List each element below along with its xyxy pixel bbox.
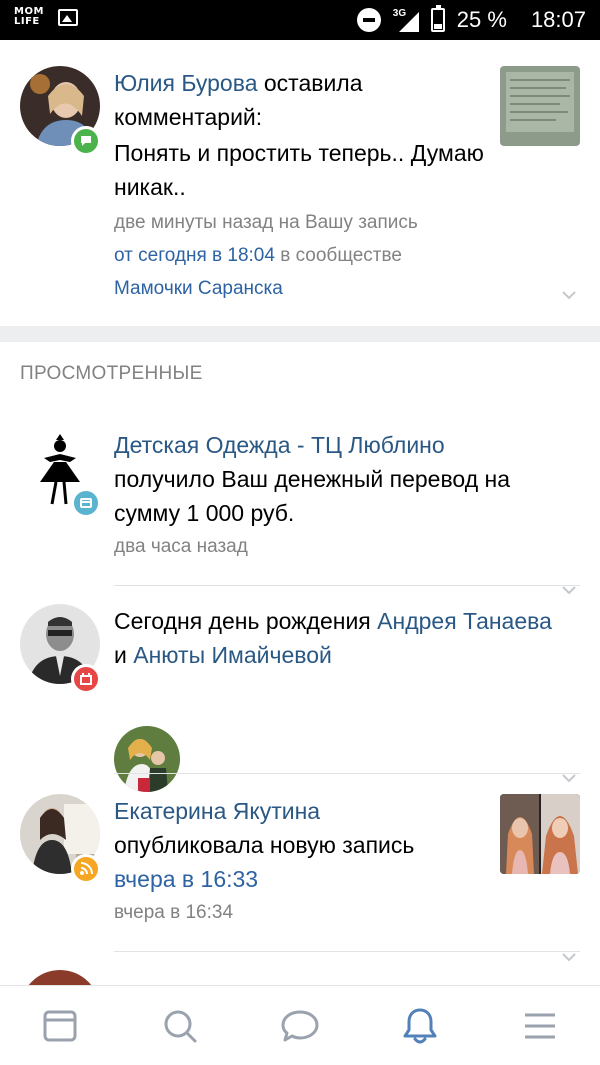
menu-icon[interactable] <box>522 1010 558 1042</box>
nav-messages[interactable] <box>240 986 360 1065</box>
do-not-disturb-icon <box>356 8 381 32</box>
section-separator <box>0 326 600 342</box>
avatar[interactable] <box>20 970 100 985</box>
birthday-text: Сегодня день рождения <box>114 608 378 634</box>
notification-time: вчера в 16:34 <box>114 902 234 923</box>
notification-birthday[interactable]: Сегодня день рождения Андрея Танаева и А… <box>0 586 600 792</box>
battery-icon <box>430 5 445 32</box>
community-link[interactable]: Мамочки Саранска <box>114 272 484 305</box>
nav-menu[interactable] <box>480 986 600 1065</box>
notifications-icon[interactable] <box>402 1007 438 1045</box>
bottom-navigation <box>0 985 600 1065</box>
gift-icon <box>71 664 101 694</box>
notification-text: опубликовала новую запись <box>114 832 415 858</box>
search-icon[interactable] <box>162 1008 198 1044</box>
status-bar: MOM LIFE 3G 25 % 18:07 <box>0 0 600 40</box>
chevron-down-icon[interactable] <box>562 950 576 964</box>
post-thumbnail[interactable] <box>500 66 580 146</box>
post-date-link[interactable]: вчера в 16:33 <box>114 862 484 896</box>
birthday-and: и <box>114 642 134 668</box>
money-transfer-icon <box>71 488 101 518</box>
notification-comment[interactable]: Юлия Бурова оставила комментарий: Понять… <box>0 40 600 325</box>
messages-icon[interactable] <box>280 1008 320 1044</box>
notifications-feed[interactable]: Юлия Бурова оставила комментарий: Понять… <box>0 40 600 985</box>
section-title: ПРОСМОТРЕННЫЕ <box>20 363 203 384</box>
post-thumbnail[interactable] <box>500 794 580 874</box>
notification-new-post[interactable]: Екатерина Якутина опубликовала новую зап… <box>0 774 600 962</box>
birthday-person-1[interactable]: Андрея Танаева <box>377 608 552 634</box>
chevron-down-icon[interactable] <box>562 288 576 302</box>
meta-community-prefix: в сообществе <box>274 245 402 266</box>
post-date-link[interactable]: от сегодня в 18:04 <box>114 245 275 266</box>
notification-meta: две минуты назад на Вашу запись <box>114 212 418 233</box>
comment-text: Понять и простить теперь.. Думаю никак.. <box>114 140 484 200</box>
rss-icon <box>71 854 101 884</box>
notification-author[interactable]: Екатерина Якутина <box>114 794 484 828</box>
comment-icon <box>71 126 101 156</box>
image-notification-icon <box>57 8 78 26</box>
nav-search[interactable] <box>120 986 240 1065</box>
news-icon[interactable] <box>42 1008 78 1044</box>
signal-icon: 3G <box>393 8 419 32</box>
app-label-line2: LIFE <box>14 16 40 27</box>
momlife-app-icon: MOM LIFE <box>14 7 44 27</box>
notification-money-transfer[interactable]: Детская Одежда - ТЦ Люблино получило Ваш… <box>0 410 600 595</box>
battery-percent: 25 % <box>456 7 507 32</box>
notification-author[interactable]: Детская Одежда - ТЦ Люблино <box>114 428 574 462</box>
birthday-person-2[interactable]: Анюты Имайчевой <box>133 642 332 668</box>
notification-author[interactable]: Юлия Бурова <box>114 70 257 96</box>
notification-time: два часа назад <box>114 536 248 557</box>
clock: 18:07 <box>530 7 586 32</box>
divider <box>114 951 580 952</box>
nav-notifications[interactable] <box>360 986 480 1065</box>
notification-text: получило Ваш денежный перевод на сумму 1… <box>114 466 511 526</box>
nav-news[interactable] <box>0 986 120 1065</box>
